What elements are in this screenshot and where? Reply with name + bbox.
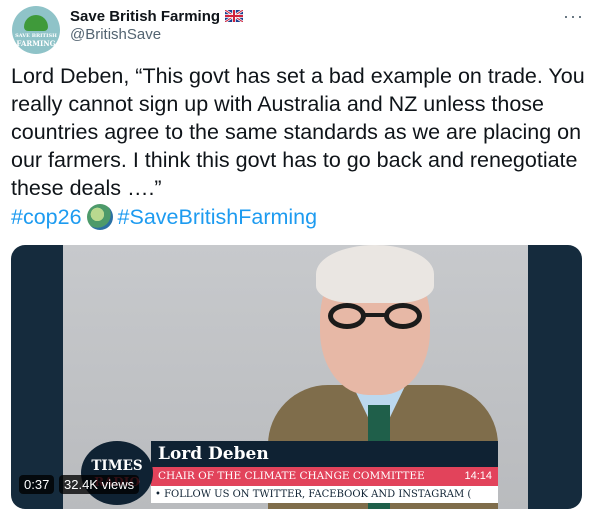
hashtag-savebritishfarming[interactable]: #SaveBritishFarming [118,203,318,231]
earth-globe-icon [86,204,113,230]
name-row: Save British Farming [70,6,244,26]
account-handle[interactable]: @BritishSave [70,26,161,43]
caption-ticker: • FOLLOW US ON TWITTER, FACEBOOK AND INS… [151,486,498,503]
tweet-header: SAVE BRITISH FARMING Save British Farmin… [12,6,588,54]
leaf-logo-icon [24,15,48,31]
logo-text-times: TIMES [91,458,143,474]
caption-clock: 14:14 [464,470,492,482]
tweet-text: Lord Deben, “This govt has set a bad exa… [11,64,585,200]
uk-flag-icon [225,10,244,22]
account-name[interactable]: Save British Farming [70,8,220,25]
more-options-button[interactable]: ··· [563,6,584,27]
avatar[interactable]: SAVE BRITISH FARMING [12,6,60,54]
caption-title: CHAIR OF THE CLIMATE CHANGE COMMITTEE 14… [151,467,498,486]
caption-name: Lord Deben [151,441,498,467]
glasses-icon [328,303,422,331]
lower-third-caption: Lord Deben CHAIR OF THE CLIMATE CHANGE C… [151,441,498,503]
video-duration-badge: 0:37 [19,475,55,494]
video-views-badge: 32.4K views [59,475,140,494]
hair-shape [316,245,434,303]
avatar-text-bottom: FARMING [16,39,56,48]
hashtag-cop26[interactable]: #cop26 [11,203,82,231]
caption-title-text: CHAIR OF THE CLIMATE CHANGE COMMITTEE [158,470,425,482]
video-player[interactable]: Lord Deben CHAIR OF THE CLIMATE CHANGE C… [11,245,582,509]
times-radio-logo: TIMES RADIO [81,441,153,505]
hashtag-row: #cop26 #SaveBritishFarming [11,203,317,231]
